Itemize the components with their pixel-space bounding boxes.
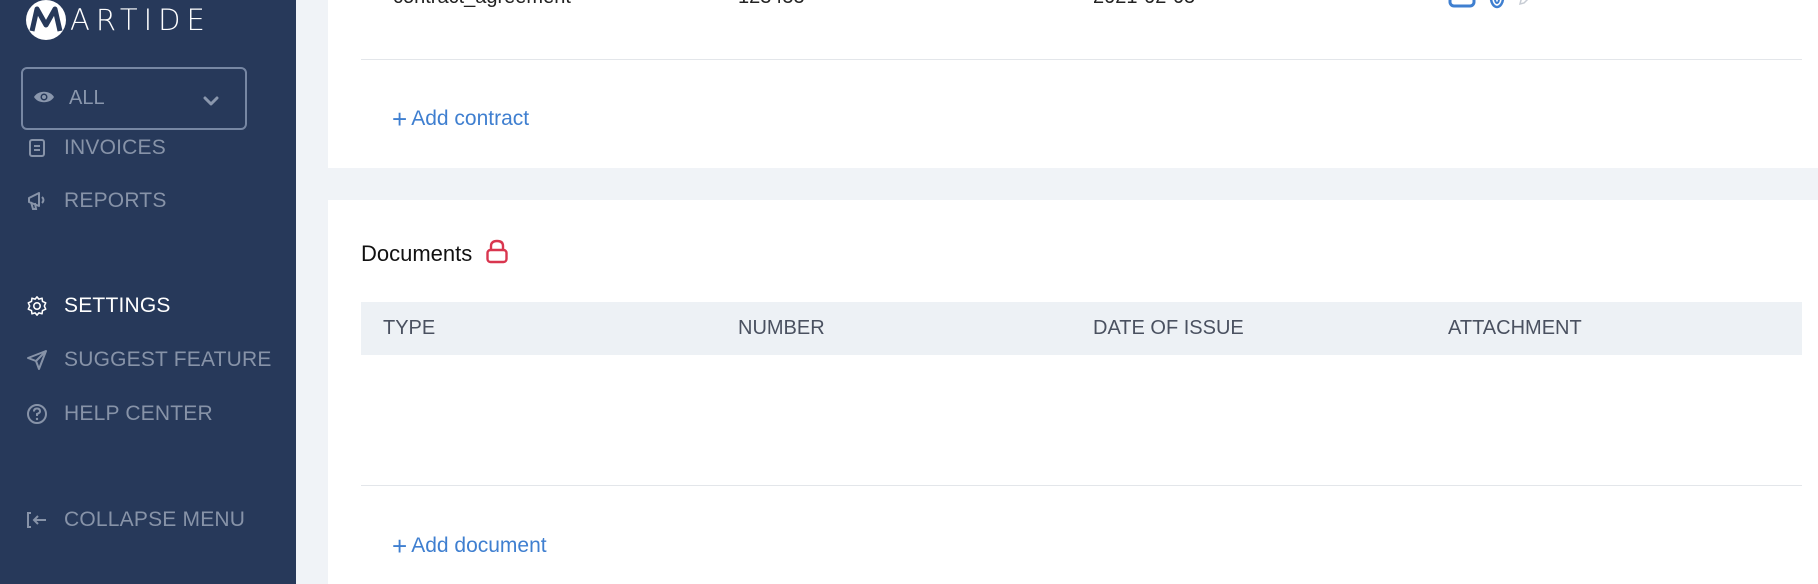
collapse-icon [26,509,48,531]
eye-icon [33,89,55,109]
divider [361,485,1802,486]
view-filter-select[interactable]: ALL [21,67,247,130]
divider [361,59,1802,60]
contract-number: 123455 [738,0,805,9]
documents-title: Documents [361,238,510,270]
view-filter-value: ALL [69,87,105,109]
column-header-attachment[interactable]: ATTACHMENT [1448,302,1582,355]
section-title-text: Documents [361,241,473,266]
add-document-button[interactable]: + Add document [392,533,547,559]
row-actions [1448,0,1534,14]
sidebar-item-reports[interactable]: REPORTS [26,189,167,213]
column-header-number[interactable]: NUMBER [738,302,825,355]
add-document-label: Add document [411,534,547,557]
column-header-date-of-issue[interactable]: DATE OF ISSUE [1093,302,1244,355]
chevron-down-icon [203,91,219,110]
send-icon [26,349,48,371]
plus-icon: + [392,531,408,561]
lock-icon[interactable] [484,238,510,270]
gear-icon [26,295,48,317]
sidebar-item-label: SETTINGS [64,294,171,317]
add-contract-label: Add contract [411,107,530,130]
megaphone-icon [26,190,48,212]
column-header-type[interactable]: TYPE [383,302,435,355]
brand-name: ARTIDE [70,3,211,37]
collapse-menu-button[interactable]: COLLAPSE MENU [26,508,245,532]
sidebar-item-suggest-feature[interactable]: SUGGEST FEATURE [26,348,272,372]
brand-logo[interactable]: ARTIDE [26,0,211,44]
folder-icon[interactable] [1448,0,1476,12]
add-contract-button[interactable]: + Add contract [392,106,529,132]
logo-mark-icon [26,0,66,40]
invoice-icon [26,137,48,159]
sidebar-item-label: REPORTS [64,189,167,212]
sidebar-item-label: SUGGEST FEATURE [64,348,272,371]
contract-date: 2021-02-05 [1093,0,1195,9]
collapse-menu-label: COLLAPSE MENU [64,508,246,531]
sidebar: ARTIDE ALL INVOICES REPORTS SETTINGS SUG… [0,0,296,584]
edit-icon[interactable] [1518,0,1534,10]
documents-table-header: TYPE NUMBER DATE OF ISSUE ATTACHMENT [361,302,1802,355]
contracts-card: contract_agreement 123455 2021-02-05 + A… [328,0,1818,168]
plus-icon: + [392,104,408,134]
sidebar-item-invoices[interactable]: INVOICES [26,136,166,160]
attachment-icon[interactable] [1488,0,1506,14]
help-icon [26,403,48,425]
contract-type: contract_agreement [393,0,571,9]
sidebar-item-label: HELP CENTER [64,402,213,425]
sidebar-item-settings[interactable]: SETTINGS [26,294,171,318]
documents-card: Documents TYPE NUMBER DATE OF ISSUE ATTA… [328,200,1818,584]
sidebar-item-label: INVOICES [64,136,166,159]
sidebar-item-help-center[interactable]: HELP CENTER [26,402,213,426]
